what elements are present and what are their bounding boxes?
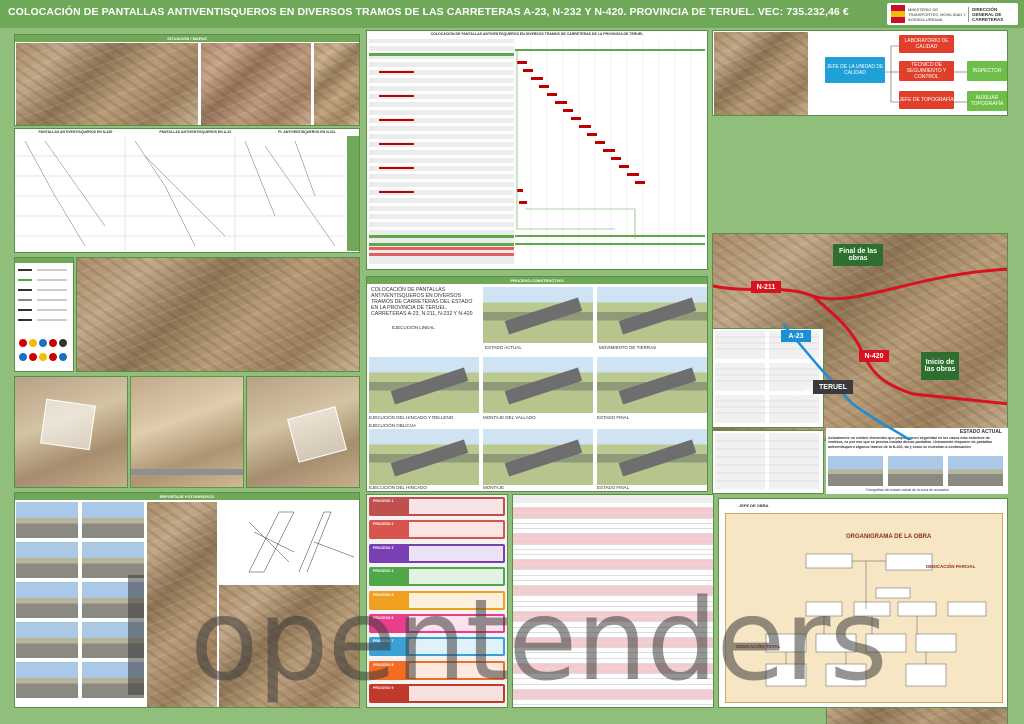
header: COLOCACIÓN DE PANTALLAS ANTIVENTISQUEROS… [0,0,1024,28]
gantt-panel: COLOCACIÓN DE PANTALLAS ANTIVENTISQUEROS… [366,30,708,270]
ejecucion-lineal-label: EJECUCIÓN LINEAL [392,325,435,330]
n211-label: N-211 [751,281,781,293]
coat-of-arms-icon [891,5,905,23]
work-zone-map [76,257,360,372]
watermark-mark [128,575,144,695]
legend-panel [14,257,74,372]
photo-grid [16,502,144,707]
process-caption: COLOCACIÓN DE PANTALLAS ANTIVENTISQUEROS… [371,287,473,317]
stage-movimiento-tierras [597,287,707,343]
a23-label: A-23 [781,330,811,342]
roads-map: Final de las obras Inicio de las obras N… [712,233,1008,441]
tecnico-box: TÉCNICO DE SEGUIMIENTO Y CONTROL [899,61,954,81]
watermark: opentenders [190,576,888,706]
laboratorio-box: LABORATORIO DE CALIDAD [899,35,954,53]
sequence-step: PROCESO 2 [369,520,505,540]
jefe-unidad-box: JEFE DE LA UNIDAD DE CALIDAD [825,57,885,83]
gantt-subtitle: COLOCACIÓN DE PANTALLAS ANTIVENTISQUEROS… [430,32,644,36]
stage-montaje [483,357,593,413]
profiles-chart [15,136,359,251]
situation-map-2 [201,43,311,125]
stage-oblicua-hincado [369,429,479,485]
stage-oblicua-final [597,429,707,485]
stage-hincado [369,357,479,413]
situation-map-3 [314,43,359,125]
sequence-step: PROCESO 3 [369,543,505,563]
auxiliar-box: AUXILIAR TOPOGRAFÍA [967,91,1007,111]
photo-report-title: REPORTAJE FOTOGRÁFICO [15,493,359,500]
sequence-step-label: PROCESO 2 [373,522,394,527]
profiles-panel: PANTALLAS ANTIVENTISQUEROS EN N-420 PANT… [14,128,360,253]
process-title: PROCESO CONSTRUCTIVO [367,277,707,284]
aerial-detail-1 [14,376,128,488]
stage-oblicua-montaje [483,429,593,485]
legend-symbols [18,269,67,361]
stage-estado-actual [483,287,593,343]
photos-caption: Fotografías del estado actual de la zona… [866,488,950,492]
sequence-step-label: PROCESO 1 [373,499,394,503]
aerial-detail-3 [246,376,360,488]
sequence-step-label: PROCESO 4 [373,569,394,574]
final-obras-label: Final de las obras [833,244,883,266]
teruel-label: TERUEL [813,380,853,394]
situation-map-1 [16,43,198,125]
inspector-box: INSPECTOR [967,61,1007,81]
profile-title-3: PI. ANTIVENTISQUEROS EN N-211 [278,130,336,134]
gantt-task-list [369,39,514,264]
inicio-obras-label: Inicio de las obras [921,352,959,380]
quality-map [714,32,808,115]
organigrama-title: ORGANIGRAMA DE LA OBRA [846,534,932,540]
process-panel: PROCESO CONSTRUCTIVO COLOCACIÓN DE PANTA… [366,276,708,492]
page-title: COLOCACIÓN DE PANTALLAS ANTIVENTISQUEROS… [8,6,849,18]
organigrama-head: JEFE DE OBRA [739,503,769,508]
sequence-step: PROCESO 1 [369,497,505,516]
situation-panel: SITUACIÓN / MAPAS [14,34,360,126]
profile-title-1: PANTALLAS ANTIVENTISQUEROS EN N-420 [38,130,113,134]
direction-name: DIRECCIÓN GENERAL DE CARRETERAS [968,6,1014,22]
stage-final [597,357,707,413]
sequence-step-label: PROCESO 3 [373,545,394,550]
dedicacion-parcial-label: DEDICACIÓN PARCIAL [926,564,976,569]
gantt-chart [515,39,705,264]
quality-panel: JEFE DE LA UNIDAD DE CALIDAD LABORATORIO… [712,30,1008,116]
situation-title: SITUACIÓN / MAPAS [15,35,359,42]
n420-label: N-420 [859,350,889,362]
topografia-box: JEFE DE TOPOGRAFÍA [899,91,954,109]
profile-title-2: PANTALLAS ANTIVENTISQUEROS EN A-23 [159,130,232,134]
ministry-logo: MINISTERIO DE TRANSPORTES, MOVILIDAD Y A… [887,3,1018,25]
aerial-detail-2 [130,376,244,488]
ministry-name: MINISTERIO DE TRANSPORTES, MOVILIDAD Y A… [908,6,966,22]
screen-drawing [219,502,359,582]
